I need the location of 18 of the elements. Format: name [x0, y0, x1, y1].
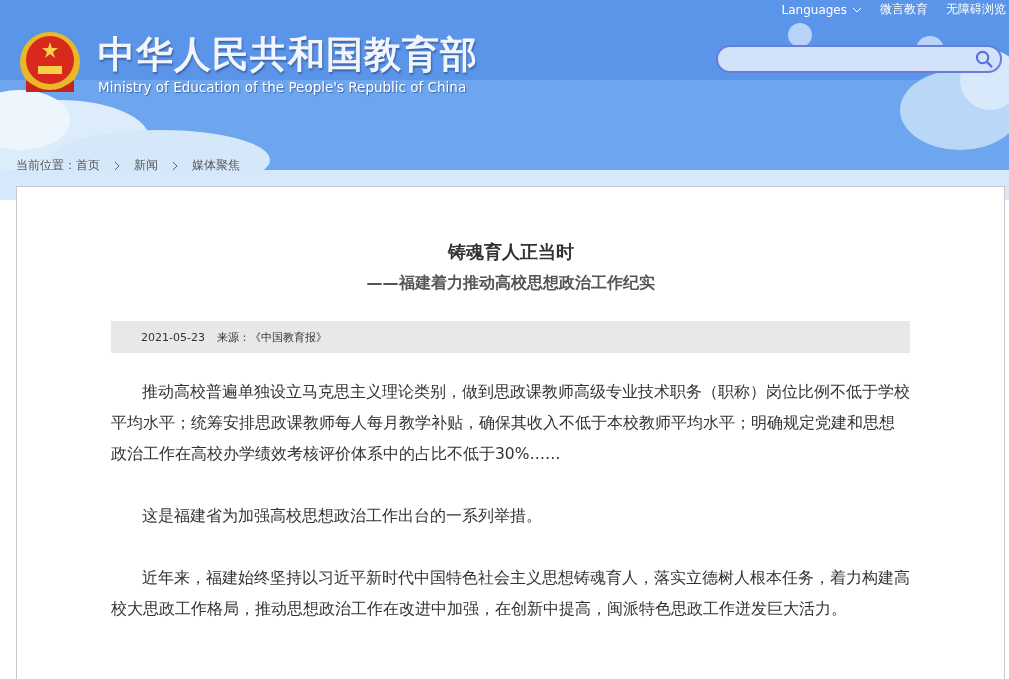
- article-title: 铸魂育人正当时: [446, 240, 575, 264]
- site-title: 中华人民共和国教育部: [98, 33, 478, 77]
- breadcrumb-link[interactable]: 媒体聚焦: [192, 157, 240, 174]
- article-paragraph: 推动高校普遍单独设立马克思主义理论类别，做到思政课教师高级专业技术职务（职称）岗位比例不低于学校平均水平；统筹安排思政课教师每人每月教学补贴，确保其收入不低于本校教师平均水平；明确规定党建和思想政治工作在高校办学绩效考核评价体系中的占比不低于30%……: [111, 382, 910, 465]
- breadcrumb-link[interactable]: 首页: [76, 157, 100, 174]
- article-source: 来源：《中国教育报》: [216, 329, 327, 345]
- breadcrumb-label: 当前位置：: [16, 157, 76, 174]
- article-paragraph: 近年来，福建始终坚持以习近平新时代中国特色社会主义思想铸魂育人，落实立德树人根本任务，着力构建高校大思政工作格局，推动思想政治工作在改进中加强，在创新中提高，闽派特色思政工作迸发巨大活力。: [111, 568, 910, 620]
- breadcrumb-link[interactable]: 新闻: [134, 157, 158, 174]
- article-paragraph: 这是福建省为加强高校思想政治工作出台的一系列举措。: [141, 506, 543, 527]
- site-subtitle: Ministry of Education of the People's Republic of China: [98, 79, 468, 95]
- search-field[interactable]: [716, 45, 1002, 73]
- chevron-icon: [172, 160, 178, 171]
- search-icon[interactable]: [975, 49, 994, 69]
- article-date: 2021-05-23: [141, 330, 205, 344]
- article-subtitle: ——福建着力推动高校思想政治工作纪实: [365, 272, 656, 294]
- chevron-icon: [114, 160, 120, 171]
- caret-icon: [852, 6, 862, 13]
